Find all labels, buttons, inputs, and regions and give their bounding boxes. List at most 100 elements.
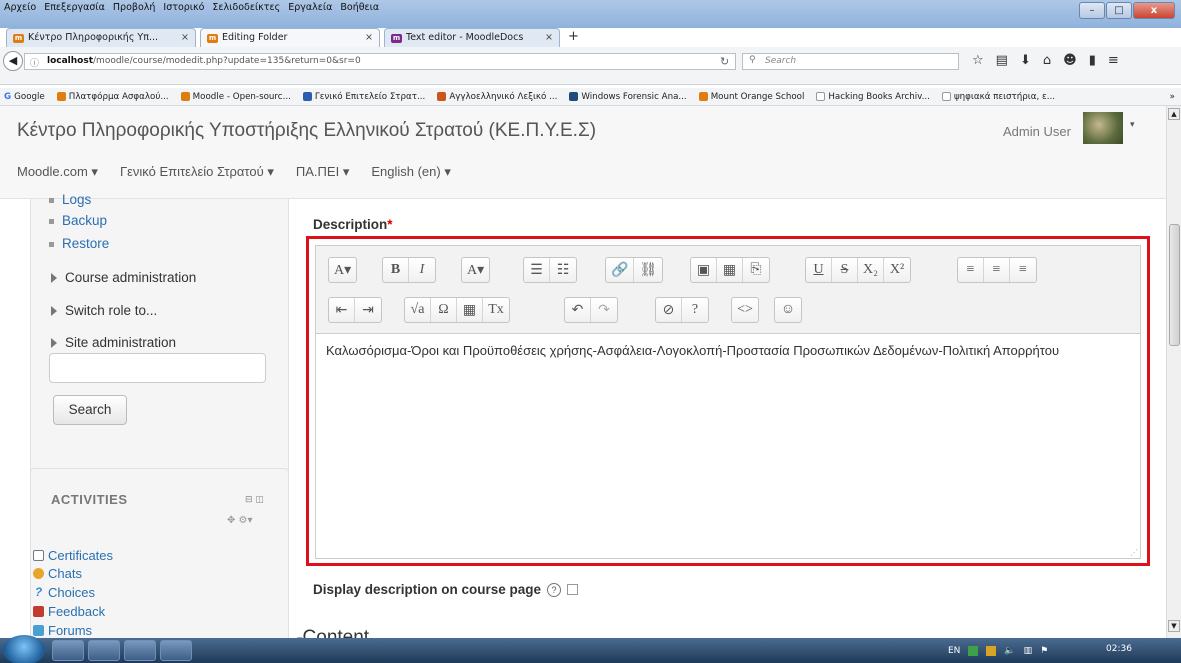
avatar[interactable] xyxy=(1083,112,1123,144)
admin-search-input[interactable] xyxy=(49,353,266,383)
scroll-thumb[interactable] xyxy=(1169,224,1180,346)
user-menu-caret-icon[interactable]: ▾ xyxy=(1130,120,1135,130)
reading-list-icon[interactable]: ▤ xyxy=(996,53,1008,68)
accessibility-checker-button[interactable]: ⊘ xyxy=(656,298,682,322)
admin-link-restore[interactable]: Restore xyxy=(49,236,109,251)
italic-button[interactable]: I xyxy=(409,258,435,282)
font-color-button[interactable]: A▾ xyxy=(462,258,489,282)
resize-handle-icon[interactable]: ⋰ xyxy=(1130,548,1138,557)
bookmark-item[interactable]: Αγγλοελληνικό Λεξικό ... xyxy=(437,88,557,105)
word-taskbar-icon[interactable] xyxy=(160,640,192,661)
chrome-taskbar-icon[interactable] xyxy=(52,640,84,661)
close-window-button[interactable]: x xyxy=(1133,2,1175,19)
clear-formatting-button[interactable]: Tx xyxy=(483,298,509,322)
volume-icon[interactable]: 🔈 xyxy=(1004,646,1015,656)
ordered-list-button[interactable]: ☷ xyxy=(550,258,576,282)
indent-button[interactable]: ⇥ xyxy=(355,298,381,322)
undo-button[interactable]: ↶ xyxy=(565,298,591,322)
activity-feedback[interactable]: Feedback xyxy=(33,604,105,619)
maximize-button[interactable]: □ xyxy=(1106,2,1132,19)
bookmarks-overflow-icon[interactable]: » xyxy=(1170,88,1181,105)
bookmark-item[interactable]: Hacking Books Archiv... xyxy=(816,88,930,105)
bookmark-item[interactable]: Moodle - Open-sourc... xyxy=(180,88,291,105)
unlink-button[interactable]: ⛓ xyxy=(634,258,662,282)
start-button[interactable] xyxy=(3,635,45,663)
network-icon[interactable]: ▥ xyxy=(1024,646,1033,656)
menu-edit[interactable]: Επεξεργασία xyxy=(44,0,105,16)
action-center-icon[interactable]: ⚑ xyxy=(1040,646,1048,656)
scroll-up-icon[interactable]: ▲ xyxy=(1168,108,1180,120)
site-title[interactable]: Κέντρο Πληροφορικής Υποστήριξης Ελληνικο… xyxy=(17,120,596,142)
manage-files-button[interactable]: ⎘ xyxy=(743,258,769,282)
menu-view[interactable]: Προβολή xyxy=(113,0,156,16)
bookmark-item[interactable]: ψηφιακά πειστήρια, ε... xyxy=(941,88,1055,105)
bookmark-item[interactable]: Windows Forensic Ana... xyxy=(569,88,687,105)
tray-app-icon[interactable] xyxy=(986,645,997,656)
admin-link-backup[interactable]: Backup xyxy=(49,213,107,228)
align-right-button[interactable]: ≡ xyxy=(1010,258,1036,282)
bookmark-item[interactable]: G Google xyxy=(4,88,45,105)
activity-certificates[interactable]: Certificates xyxy=(33,548,113,563)
scroll-down-icon[interactable]: ▼ xyxy=(1168,620,1180,632)
redo-button[interactable]: ↷ xyxy=(591,298,617,322)
superscript-button[interactable]: X² xyxy=(884,258,910,282)
tab-close-icon[interactable]: × xyxy=(181,29,189,47)
course-administration-node[interactable]: Course administration xyxy=(51,270,196,285)
address-bar[interactable]: localhost/moodle/course/modedit.php?upda… xyxy=(24,53,736,70)
menu-papei[interactable]: ΠΑ.ΠΕΙ ▾ xyxy=(296,164,349,180)
menu-tools[interactable]: Εργαλεία xyxy=(288,0,332,16)
menu-file[interactable]: Αρχείο xyxy=(4,0,36,16)
search-input[interactable]: Search xyxy=(742,53,959,70)
app-taskbar-icon[interactable] xyxy=(124,640,156,661)
downloads-icon[interactable]: ⬇ xyxy=(1020,53,1031,68)
tab-editing-folder[interactable]: m Editing Folder × xyxy=(200,28,380,47)
admin-search-button[interactable]: Search xyxy=(53,395,127,425)
menu-bookmarks[interactable]: Σελιδοδείκτες xyxy=(212,0,280,16)
menu-history[interactable]: Ιστορικό xyxy=(163,0,204,16)
tab-close-icon[interactable]: × xyxy=(545,29,553,47)
emoticon-button[interactable]: ☺ xyxy=(775,298,801,322)
menu-help[interactable]: Βοήθεια xyxy=(340,0,379,16)
help-icon[interactable]: ? xyxy=(547,582,562,597)
link-button[interactable]: 🔗 xyxy=(606,258,635,282)
tab-text-editor-docs[interactable]: m Text editor - MoodleDocs × xyxy=(384,28,560,47)
align-center-button[interactable]: ≡ xyxy=(984,258,1010,282)
table-button[interactable]: ▦ xyxy=(457,298,483,322)
tray-app-icon[interactable] xyxy=(968,645,979,656)
bold-button[interactable]: B xyxy=(383,258,409,282)
content-section-header[interactable]: ▾Content xyxy=(297,627,369,638)
switch-role-node[interactable]: Switch role to... xyxy=(51,303,157,318)
language-indicator[interactable]: EN xyxy=(948,646,960,656)
screenreader-helper-button[interactable]: ? xyxy=(682,298,708,322)
outdent-button[interactable]: ⇤ xyxy=(329,298,355,322)
unordered-list-button[interactable]: ☰ xyxy=(524,258,550,282)
minimize-button[interactable]: – xyxy=(1079,2,1105,19)
taskbar-clock[interactable]: 02:36 xyxy=(1106,644,1132,654)
bookmark-item[interactable]: Γενικό Επιτελείο Στρατ... xyxy=(302,88,425,105)
vertical-scrollbar[interactable]: ▲ ▼ xyxy=(1166,106,1181,638)
subscript-button[interactable]: X₂ xyxy=(858,258,884,282)
strikethrough-button[interactable]: S xyxy=(832,258,858,282)
menu-geniko-epiteleio[interactable]: Γενικό Επιτελείο Στρατού ▾ xyxy=(120,164,274,180)
bookmark-star-icon[interactable]: ☆ xyxy=(972,53,984,68)
reload-icon[interactable]: ↻ xyxy=(720,55,729,68)
back-button[interactable]: ◀ xyxy=(3,51,23,71)
home-icon[interactable]: ⌂ xyxy=(1043,53,1051,68)
chat-icon[interactable]: ☻ xyxy=(1063,53,1077,68)
user-menu-name[interactable]: Admin User xyxy=(1003,124,1071,139)
hamburger-menu-icon[interactable]: ≡ xyxy=(1108,53,1119,68)
align-left-button[interactable]: ≡ xyxy=(958,258,984,282)
activity-choices[interactable]: ? Choices xyxy=(33,585,95,600)
tab-kepyes[interactable]: m Κέντρο Πληροφορικής Υπ... × xyxy=(6,28,196,47)
bookmark-item[interactable]: Πλατφόρμα Ασφαλού... xyxy=(56,88,169,105)
activity-forums[interactable]: Forums xyxy=(33,623,92,638)
menu-language[interactable]: English (en) ▾ xyxy=(371,164,451,180)
activity-chats[interactable]: Chats xyxy=(33,566,82,581)
block-move-icon[interactable]: ✥ ⚙▾ xyxy=(227,515,253,526)
block-collapse-icon[interactable]: ⊟ ◫ xyxy=(245,495,264,505)
paragraph-styles-button[interactable]: A▾ xyxy=(329,258,356,282)
equation-button[interactable]: √a xyxy=(405,298,431,322)
site-administration-node[interactable]: Site administration xyxy=(51,335,176,350)
special-character-button[interactable]: Ω xyxy=(431,298,457,322)
new-tab-button[interactable]: + xyxy=(568,29,579,44)
